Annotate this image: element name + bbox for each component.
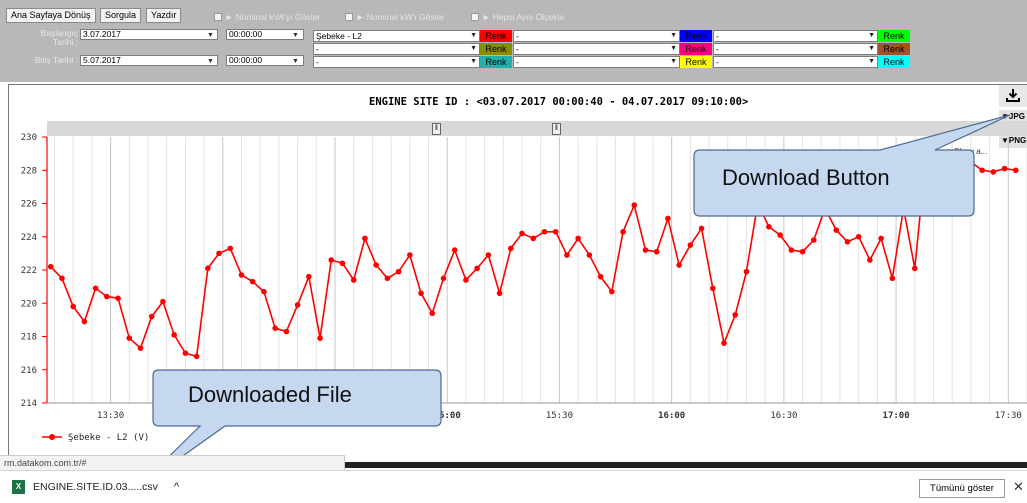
- chart-navigator-strip: [345, 462, 1027, 468]
- callout-text: Downloaded File: [188, 382, 352, 407]
- downloaded-file-callout: Downloaded File: [188, 382, 352, 408]
- chevron-up-icon[interactable]: ^: [174, 481, 179, 493]
- download-filename[interactable]: ENGINE.SITE.ID.03.....csv: [33, 481, 158, 493]
- status-url-bar: rm.datakom.com.tr/#: [0, 455, 345, 470]
- callout-text: Download Button: [722, 165, 890, 190]
- callout-arrows: [134, 114, 1011, 491]
- close-icon[interactable]: ✕: [1013, 479, 1024, 495]
- excel-file-icon: X: [12, 480, 25, 494]
- download-item[interactable]: X ENGINE.SITE.ID.03.....csv ^: [12, 480, 179, 494]
- show-all-downloads-button[interactable]: Tümünü göster: [919, 479, 1005, 498]
- download-shelf: X ENGINE.SITE.ID.03.....csv ^ Tümünü gös…: [0, 470, 1027, 503]
- download-button-callout: Download Button: [722, 165, 890, 191]
